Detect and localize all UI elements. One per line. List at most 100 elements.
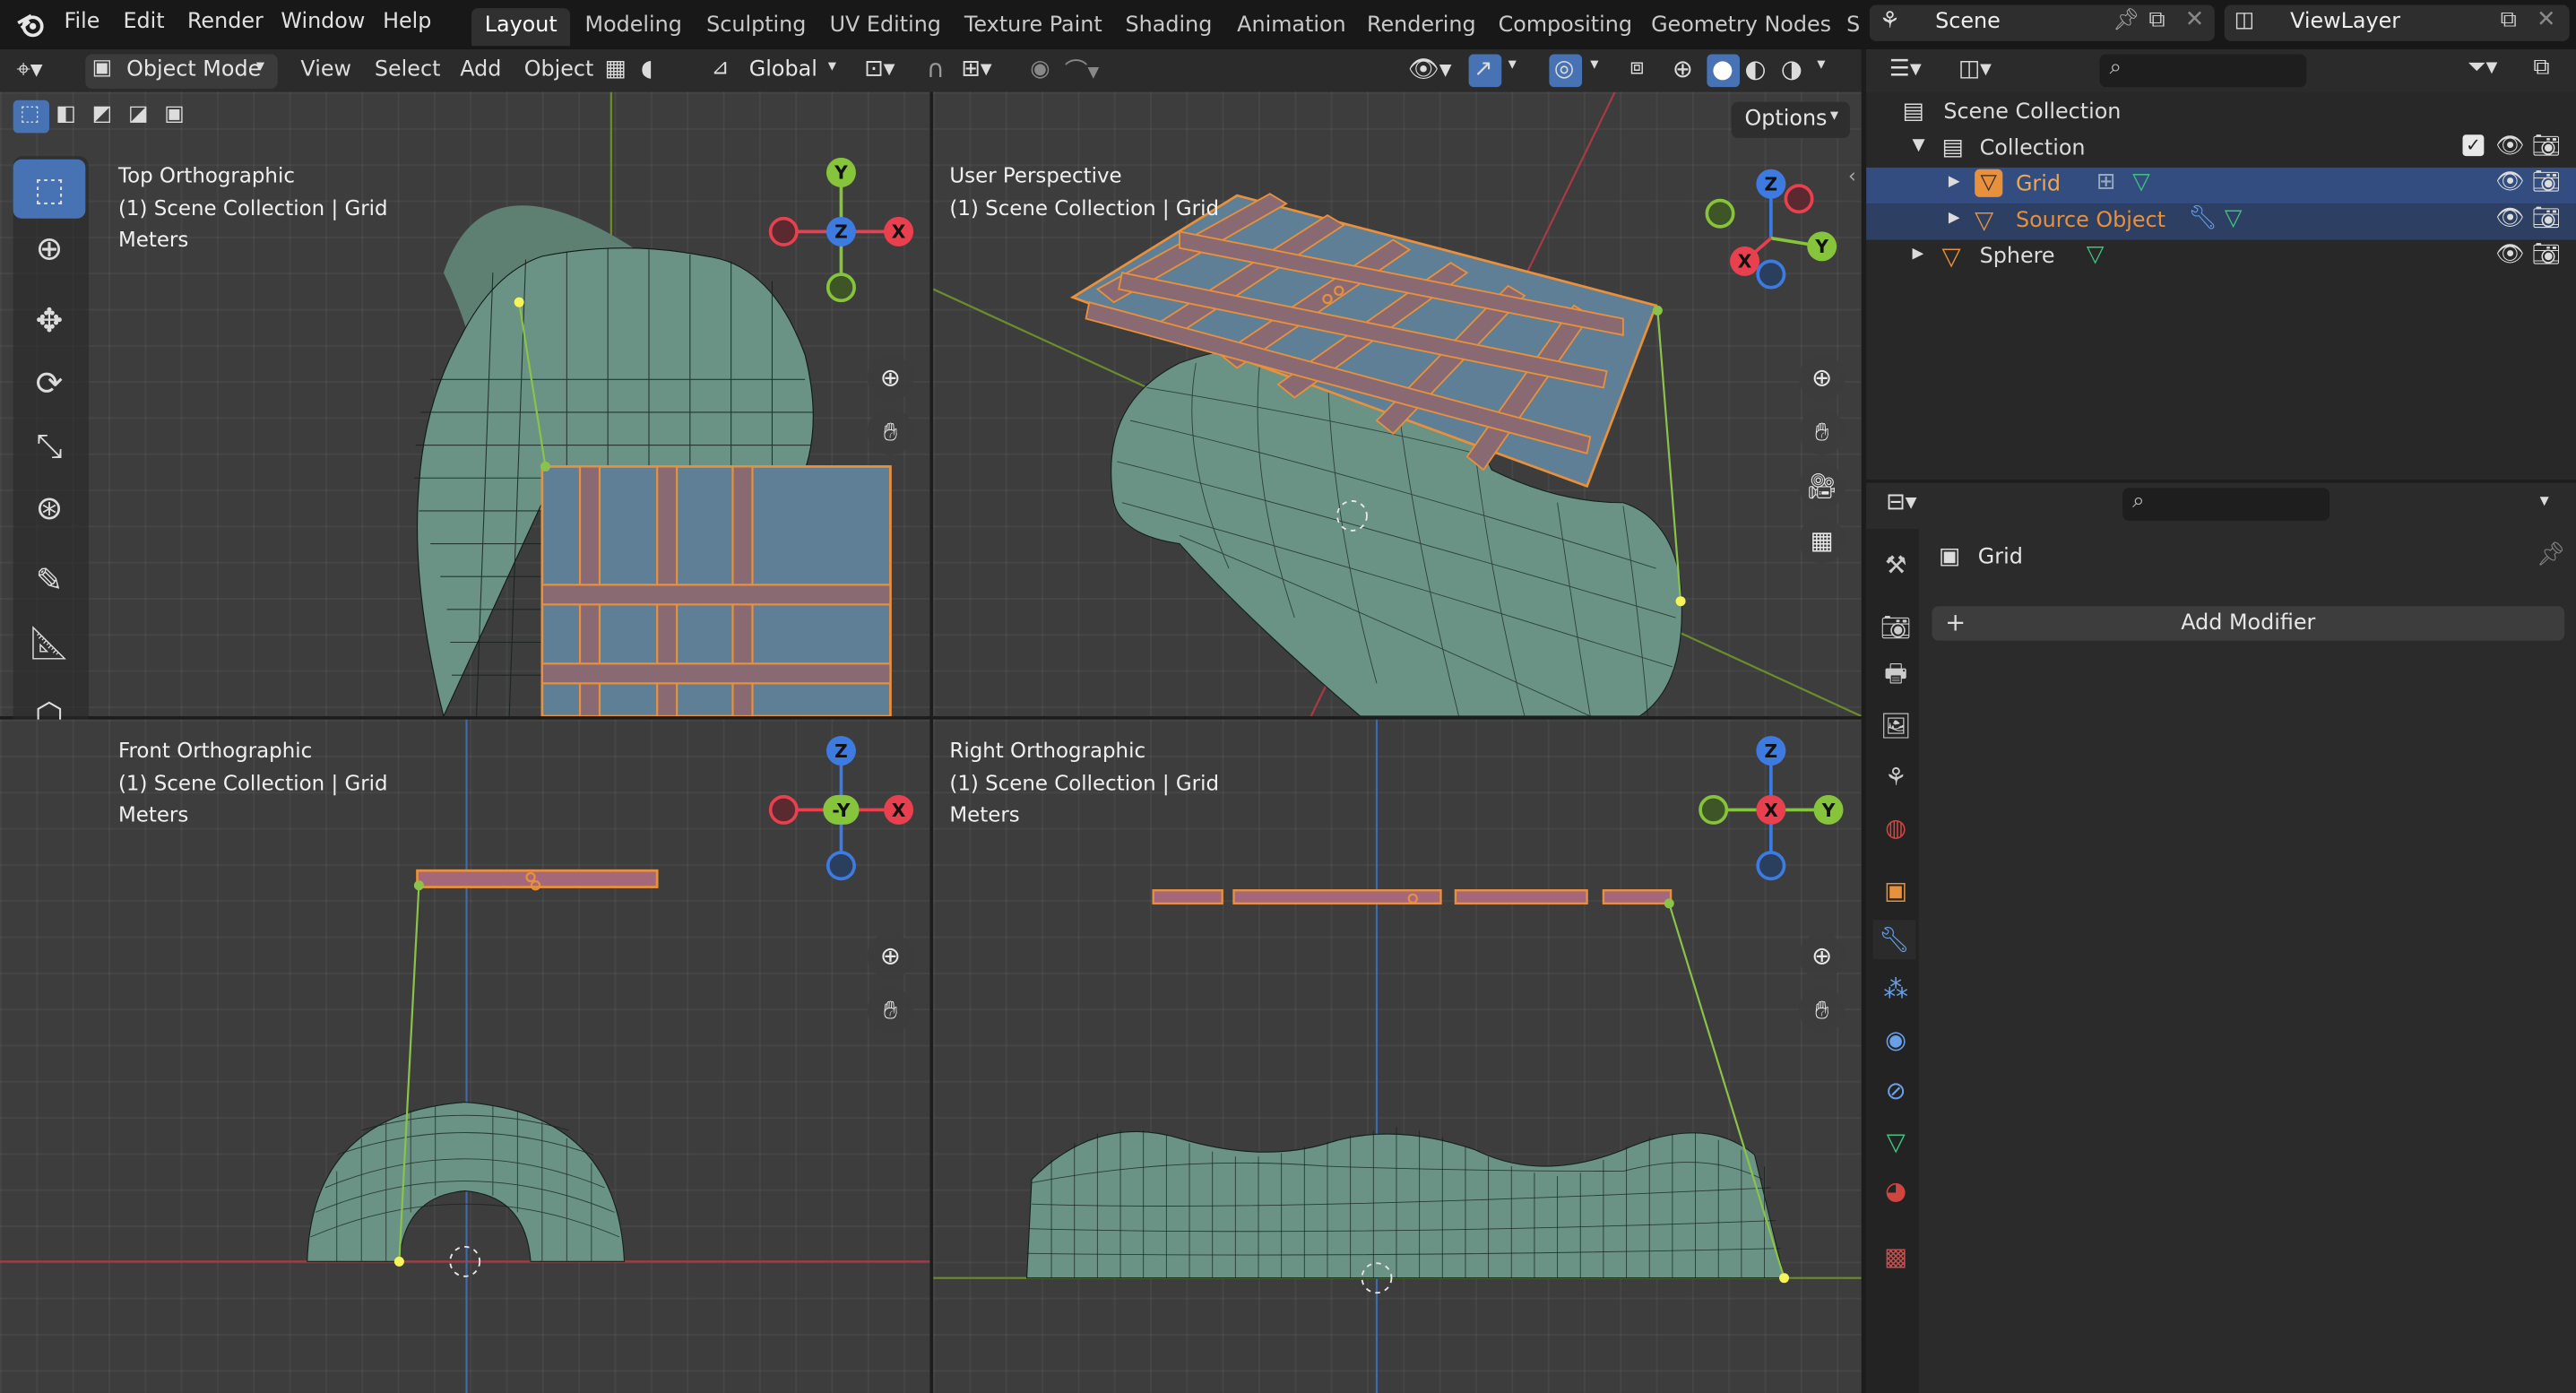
- remove-view-layer-icon[interactable]: ✕: [2537, 6, 2556, 32]
- gizmo-y-axis[interactable]: Y: [1807, 231, 1837, 262]
- menu-render[interactable]: Render: [187, 10, 264, 34]
- transform-tool[interactable]: ⊛: [13, 478, 86, 537]
- new-collection-icon[interactable]: ⧉: [2533, 54, 2549, 80]
- snap-target-icon[interactable]: ⊞▾: [961, 56, 991, 82]
- gizmo-z-axis[interactable]: Z: [826, 216, 856, 247]
- measure-tool[interactable]: 📐︎: [13, 613, 86, 672]
- gizmo-neg-z-axis[interactable]: [826, 851, 856, 881]
- select-new-button[interactable]: ⬚: [13, 100, 49, 134]
- visibility-eye-icon[interactable]: 👁︎: [2495, 133, 2525, 159]
- show-gizmo-button[interactable]: ↗: [1468, 54, 1502, 88]
- cursor-tool[interactable]: ⊕: [13, 219, 86, 278]
- view-layer-selector[interactable]: ◫ ViewLayer ⧉ ✕: [2224, 4, 2570, 41]
- physics-tab-icon[interactable]: ◉: [1876, 1020, 1915, 1060]
- options-dropdown[interactable]: Options ▾: [1731, 101, 1850, 138]
- navigation-gizmo[interactable]: Z Y X: [1702, 164, 1850, 312]
- perspective-toggle-icon[interactable]: ▦: [1799, 517, 1846, 564]
- outliner-editor-icon[interactable]: ☰▾: [1889, 56, 1922, 82]
- tab-sculpting[interactable]: Sculpting: [693, 8, 819, 46]
- viewport-front-orthographic[interactable]: Front Orthographic (1) Scene Collection …: [0, 719, 930, 1393]
- mesh-symmetry-icon[interactable]: ▦: [605, 56, 627, 82]
- properties-editor-icon[interactable]: ⊟▾: [1886, 489, 1916, 515]
- mode-selector[interactable]: ▣ Object Mode ▾: [85, 54, 278, 89]
- visibility-eye-icon[interactable]: 👁︎: [2495, 205, 2525, 231]
- close-icon[interactable]: ✕: [2185, 6, 2205, 32]
- menu-help[interactable]: Help: [383, 10, 431, 34]
- new-view-layer-icon[interactable]: ⧉: [2501, 6, 2517, 32]
- pivot-point-icon[interactable]: ⊡▾: [864, 56, 895, 82]
- object-menu[interactable]: Object: [524, 57, 594, 82]
- new-scene-icon[interactable]: ⧉: [2148, 6, 2165, 32]
- viewport-top-orthographic[interactable]: Top Orthographic (1) Scene Collection | …: [0, 91, 930, 716]
- menu-window[interactable]: Window: [281, 10, 365, 34]
- expand-arrow-icon[interactable]: ▶: [1912, 247, 1923, 263]
- add-menu[interactable]: Add: [460, 57, 501, 82]
- tab-layout[interactable]: Layout: [471, 8, 571, 47]
- zoom-icon[interactable]: ⊕: [1799, 932, 1846, 980]
- select-subtract-icon[interactable]: ◩: [92, 102, 113, 126]
- tab-compositing[interactable]: Compositing: [1485, 8, 1646, 46]
- outliner-row-source-object[interactable]: ▶ ▽ Source Object 🔧︎ ▽ 👁︎ 📷︎: [1866, 203, 2576, 240]
- zoom-icon[interactable]: ⊕: [867, 932, 914, 980]
- tab-rendering[interactable]: Rendering: [1353, 8, 1489, 46]
- scene-tab-icon[interactable]: ⚘: [1876, 757, 1915, 797]
- pan-hand-icon[interactable]: ✋︎: [867, 987, 914, 1034]
- outliner-row-grid[interactable]: ▶ ▽ Grid ⊞ ▽ 👁︎ 📷︎: [1866, 167, 2576, 204]
- scale-tool[interactable]: ⤡: [13, 416, 86, 475]
- expand-arrow-icon[interactable]: ▼: [1912, 136, 1924, 154]
- scene-selector[interactable]: ⚘ Scene 📌︎ ⧉ ✕: [1869, 4, 2215, 41]
- gizmo-z-axis[interactable]: Z: [1756, 735, 1786, 766]
- material-shading-icon[interactable]: ◐: [1745, 54, 1767, 83]
- gizmo-x-axis[interactable]: X: [884, 216, 914, 247]
- gizmo-z-axis[interactable]: Z: [826, 735, 856, 766]
- render-camera-icon[interactable]: 📷︎: [2531, 133, 2561, 159]
- outliner-row-scene-collection[interactable]: ▤ Scene Collection: [1866, 95, 2576, 131]
- show-overlays-button[interactable]: ◎: [1549, 54, 1583, 88]
- tab-shading[interactable]: Shading: [1112, 8, 1225, 46]
- expand-arrow-icon[interactable]: ▶: [1949, 174, 1960, 190]
- gizmo-y-axis[interactable]: Y: [1813, 794, 1844, 825]
- modifier-tab-icon[interactable]: 🔧︎: [1872, 920, 1916, 960]
- expand-arrow-icon[interactable]: ▶: [1949, 211, 1960, 227]
- chevron-down-icon[interactable]: ▾: [1817, 56, 1825, 74]
- zoom-icon[interactable]: ⊕: [1799, 354, 1846, 402]
- menu-file[interactable]: File: [64, 10, 99, 34]
- pin-icon[interactable]: 📌︎: [2113, 8, 2139, 32]
- navigation-gizmo[interactable]: Y X Z: [767, 157, 915, 306]
- blender-logo-icon[interactable]: [16, 12, 46, 38]
- gizmo-neg-y-axis[interactable]: [1699, 794, 1729, 825]
- chevron-down-icon[interactable]: ▾: [2540, 489, 2549, 511]
- outliner-row-sphere[interactable]: ▶ ▽ Sphere ▽ 👁︎ 📷︎: [1866, 240, 2576, 276]
- wireframe-shading-icon[interactable]: ⊕: [1673, 54, 1693, 83]
- pan-hand-icon[interactable]: ✋︎: [1799, 987, 1846, 1034]
- tab-uv-editing[interactable]: UV Editing: [817, 8, 955, 46]
- tab-modeling[interactable]: Modeling: [572, 8, 696, 46]
- gizmo-neg-x-axis[interactable]: [768, 794, 799, 825]
- menu-edit[interactable]: Edit: [123, 10, 164, 34]
- camera-view-icon[interactable]: 🎥︎: [1799, 463, 1846, 510]
- render-camera-icon[interactable]: 📷︎: [2531, 241, 2561, 267]
- render-camera-icon[interactable]: 📷︎: [2531, 205, 2561, 231]
- annotate-tool[interactable]: ✎: [13, 550, 86, 610]
- tab-more[interactable]: S: [1834, 8, 1873, 46]
- select-box-tool[interactable]: ⬚: [13, 159, 86, 219]
- select-extend-icon[interactable]: ◧: [56, 102, 76, 126]
- gizmo-neg-x-axis[interactable]: [768, 216, 799, 247]
- gizmo-neg-y-axis[interactable]: -Y: [823, 794, 860, 825]
- chevron-down-icon[interactable]: ▾: [1590, 56, 1598, 74]
- solid-shading-button[interactable]: ●: [1707, 54, 1741, 88]
- outliner-row-collection[interactable]: ▼ ▤ Collection ✓ 👁︎ 📷︎: [1866, 132, 2576, 168]
- display-mode-icon[interactable]: ◫▾: [1958, 56, 1992, 82]
- visibility-eye-icon[interactable]: 👁︎: [2495, 241, 2525, 267]
- tab-geometry-nodes[interactable]: Geometry Nodes: [1638, 8, 1844, 46]
- move-tool[interactable]: ✥: [13, 290, 86, 350]
- filter-icon[interactable]: ⏷▾: [2468, 54, 2497, 80]
- view-layer-tab-icon[interactable]: 🖼︎: [1876, 706, 1915, 746]
- select-invert-icon[interactable]: ◪: [128, 102, 149, 126]
- viewport-right-orthographic[interactable]: Right Orthographic (1) Scene Collection …: [933, 719, 1862, 1393]
- xray-icon[interactable]: ⧈: [1629, 54, 1644, 80]
- output-tab-icon[interactable]: 🖶︎: [1876, 657, 1915, 696]
- falloff-icon[interactable]: ⌒▾: [1065, 54, 1100, 87]
- exclude-checkbox[interactable]: ✓: [2462, 134, 2485, 157]
- editor-type-icon[interactable]: ⌖▾: [16, 54, 42, 83]
